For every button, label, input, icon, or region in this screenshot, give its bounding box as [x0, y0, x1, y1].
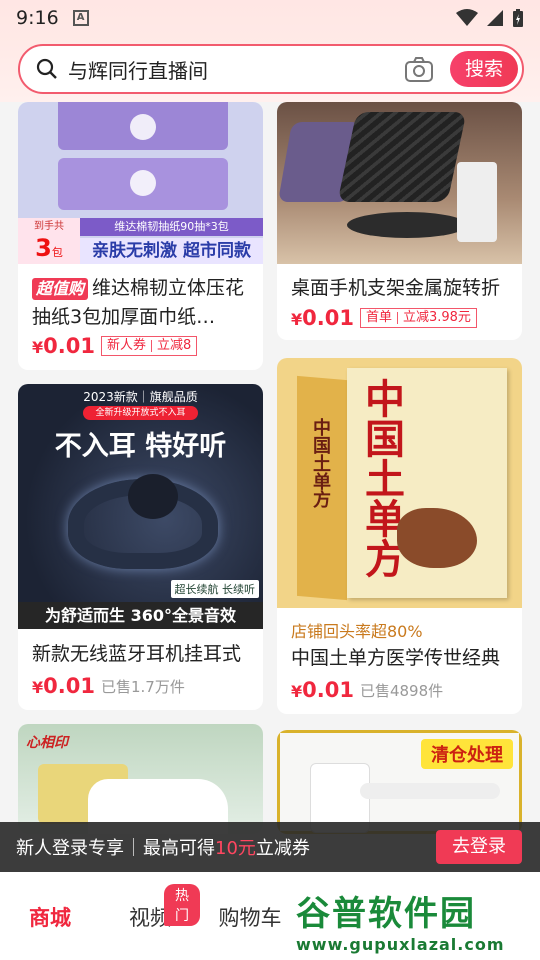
price-row: ¥0.01 首单 立减3.98元 [291, 306, 477, 330]
product-card[interactable]: 2023新款｜旗舰品质 全新升级开放式不入耳 不入耳 特好听 超长续航 长续听 … [18, 384, 263, 710]
image-bottom-text: 为舒适而生 360°全景音效 [18, 602, 263, 629]
search-icon [36, 58, 57, 79]
search-input[interactable]: 与辉同行直播间 搜索 [18, 44, 524, 94]
image-left-num: 3 [35, 234, 52, 262]
status-bar: 9:16 A [0, 0, 540, 36]
tab-video[interactable]: 视频 热门 [100, 884, 200, 932]
product-card[interactable]: 心相印 [18, 724, 263, 834]
product-title: 超值购 维达棉韧立体压花抽纸3包加厚面巾纸… [32, 277, 245, 328]
product-title: 桌面手机支架金属旋转折 [291, 277, 501, 299]
product-title: 新款无线蓝牙耳机挂耳式 [32, 643, 242, 665]
product-title: 中国土单方医学传世经典 [291, 647, 501, 669]
price-row: ¥0.01 已售4898件 [291, 678, 443, 702]
login-promo-banner: 新人登录专享 最高可得 10元 立减券 去登录 [0, 822, 540, 872]
tab-mall[interactable]: 商城 [0, 902, 100, 932]
wifi-icon [456, 9, 478, 26]
search-button[interactable]: 搜索 [450, 51, 518, 87]
repurchase-rate: 店铺回头率超80% [291, 622, 423, 641]
camera-icon[interactable] [404, 55, 434, 83]
product-price: ¥0.01 [291, 678, 354, 702]
search-query: 与辉同行直播间 [68, 58, 208, 83]
promo-badge: 超值购 [32, 278, 89, 300]
image-badge: 超长续航 长续听 [170, 580, 259, 598]
coupon-tag: 首单 立减3.98元 [359, 308, 477, 328]
sold-count: 已售1.7万件 [100, 677, 185, 696]
brand-logo: 心相印 [26, 735, 68, 751]
price-row: ¥0.01 已售1.7万件 [32, 674, 185, 698]
image-strip-text: 维达棉韧抽纸90抽*3包 [80, 218, 263, 236]
watermark-url: www.gupuxlazal.com [296, 935, 505, 954]
product-image: 清仓处理 [277, 730, 522, 834]
banner-text-1: 新人登录专享 [16, 838, 124, 859]
status-time: 9:16 [16, 7, 59, 29]
banner-text-3: 立减券 [255, 838, 310, 859]
signal-icon [487, 10, 503, 26]
image-headline: 不入耳 特好听 [54, 431, 227, 462]
tab-cart[interactable]: 购物车 [200, 902, 300, 932]
banner-divider [133, 838, 134, 856]
product-price: ¥0.01 [32, 334, 95, 358]
watermark: 谷普软件园 www.gupuxlazal.com [296, 886, 540, 958]
book-spine-text: 中国土单方 [310, 418, 331, 508]
product-image: 中国土单方 中国土单方 [277, 358, 522, 608]
product-image: 维达棉韧抽纸90抽*3包 到手共 3包 亲肤无刺激 超市同款 [18, 102, 263, 264]
login-button[interactable]: 去登录 [436, 830, 522, 864]
sold-count: 已售4898件 [359, 681, 444, 700]
product-image: 心相印 [18, 724, 263, 834]
product-card[interactable]: 中国土单方 中国土单方 店铺回头率超80% 中国土单方医学传世经典 ¥0.01 … [277, 358, 522, 714]
notification-icon: A [72, 10, 89, 26]
product-card[interactable]: 清仓处理 [277, 730, 522, 834]
banner-text-2: 最高可得 [143, 838, 215, 859]
search-header: 与辉同行直播间 搜索 [0, 36, 540, 102]
image-top-text: 2023新款｜旗舰品质 [83, 390, 198, 404]
clearance-label: 清仓处理 [421, 739, 513, 769]
image-left-top: 到手共 [34, 221, 64, 232]
status-icons [456, 8, 524, 28]
product-price: ¥0.01 [32, 674, 95, 698]
product-image: 2023新款｜旗舰品质 全新升级开放式不入耳 不入耳 特好听 超长续航 长续听 … [18, 384, 263, 629]
banner-amount: 10元 [215, 838, 256, 859]
product-price: ¥0.01 [291, 306, 354, 330]
image-sub-text: 全新升级开放式不入耳 [83, 406, 198, 420]
image-left-unit: 包 [51, 246, 63, 259]
image-bottom-text: 亲肤无刺激 超市同款 [80, 238, 263, 264]
price-row: ¥0.01 新人券 立减8 [32, 334, 198, 358]
hot-badge: 热门 [164, 884, 200, 926]
watermark-name: 谷普软件园 [296, 894, 476, 934]
coupon-tag: 新人券 立减8 [100, 336, 198, 356]
product-card[interactable]: 桌面手机支架金属旋转折 ¥0.01 首单 立减3.98元 [277, 102, 522, 340]
product-card[interactable]: 维达棉韧抽纸90抽*3包 到手共 3包 亲肤无刺激 超市同款 超值购 维达棉韧立体… [18, 102, 263, 370]
product-image [277, 102, 522, 264]
battery-icon [513, 9, 523, 27]
